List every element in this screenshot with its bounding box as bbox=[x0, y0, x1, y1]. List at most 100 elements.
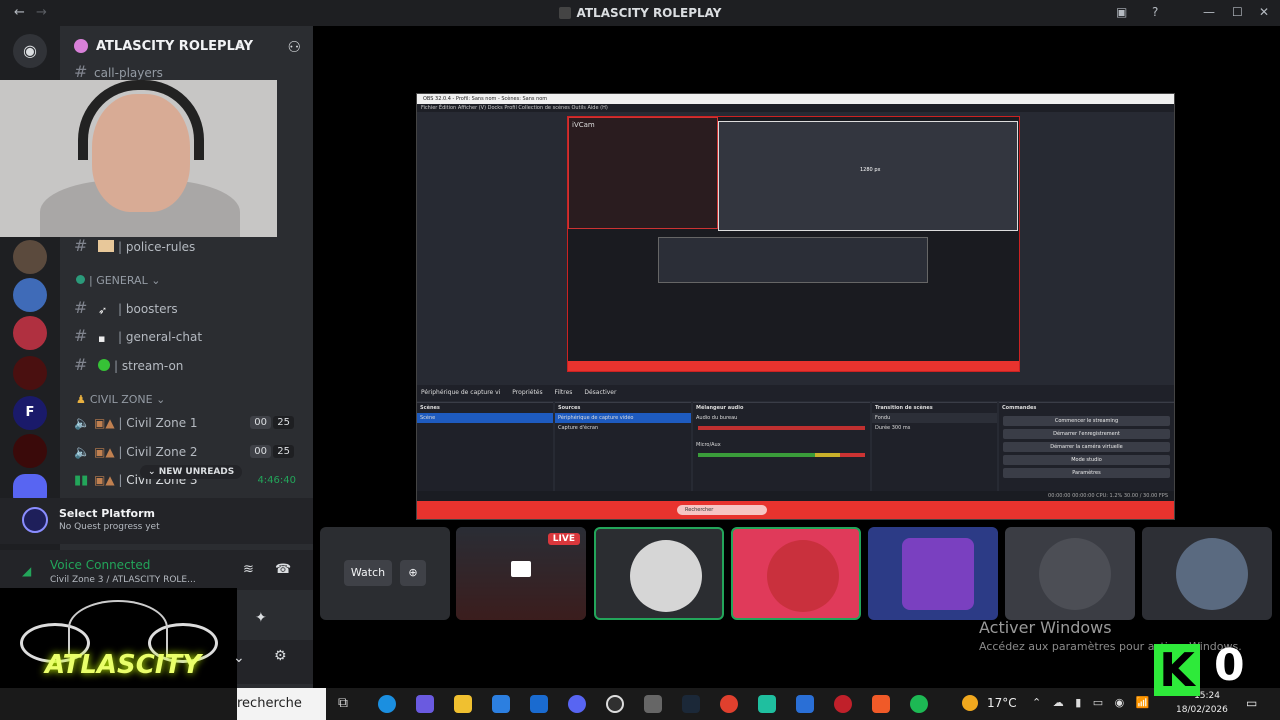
k-badge-overlay: K bbox=[1154, 644, 1200, 696]
popout-icon[interactable]: ⊕ bbox=[400, 560, 426, 586]
obs-nested-capture bbox=[718, 121, 1018, 231]
source-item[interactable]: Capture d'écran bbox=[555, 423, 691, 433]
obs-controls-dock: Commandes Commencer le streaming Démarre… bbox=[999, 402, 1174, 498]
chrome-icon[interactable] bbox=[720, 695, 738, 713]
obs-nested-docks bbox=[658, 237, 928, 283]
hash-icon: # bbox=[74, 236, 88, 255]
chevron-down-icon[interactable]: ⌄ bbox=[233, 650, 245, 666]
obs-nested-taskbar bbox=[568, 361, 1019, 371]
app-taskbar-icon[interactable] bbox=[644, 695, 662, 713]
copilot-icon[interactable] bbox=[416, 695, 434, 713]
channel-police-rules[interactable]: # | police-rules bbox=[74, 236, 195, 258]
settings-gear-icon[interactable]: ⚙ bbox=[274, 648, 287, 664]
quest-panel[interactable]: Select Platform No Quest progress yet bbox=[0, 498, 313, 544]
voice-channel-civil-2[interactable]: 🔈 ▣▲ | Civil Zone 2 00 25 bbox=[74, 445, 304, 467]
scene-item[interactable]: Scène bbox=[417, 413, 553, 423]
audio-meter[interactable] bbox=[698, 426, 865, 430]
filters-button[interactable]: Filtres bbox=[555, 389, 573, 396]
watch-stream-tile[interactable]: Watch ⊕ bbox=[320, 527, 450, 620]
studio-mode-button[interactable]: Mode studio bbox=[1003, 455, 1170, 465]
new-unreads-badge[interactable]: ⌄ NEW UNREADS bbox=[140, 465, 243, 479]
participant-tile-2[interactable] bbox=[731, 527, 861, 620]
server-icon-2[interactable] bbox=[13, 278, 47, 312]
weather-temp[interactable]: 17°C bbox=[987, 696, 1017, 710]
voice-channel-civil-1[interactable]: 🔈 ▣▲ | Civil Zone 1 00 25 bbox=[74, 416, 304, 438]
server-icon-4[interactable] bbox=[13, 356, 47, 390]
invite-icon[interactable]: ⚇ bbox=[288, 38, 301, 56]
title-bar: ← → ATLASCITY ROLEPLAY ▣ ? — ☐ ✕ bbox=[0, 0, 1280, 26]
close-icon[interactable]: ✕ bbox=[1259, 5, 1269, 19]
properties-button[interactable]: Propriétés bbox=[512, 389, 542, 396]
discord-home-icon[interactable]: ◉ bbox=[13, 34, 47, 68]
obs-menu-bar[interactable]: Fichier Édition Afficher (V) Docks Profi… bbox=[417, 104, 1174, 112]
task-view-icon[interactable]: ⧉ bbox=[338, 695, 356, 713]
voice-location[interactable]: Civil Zone 3 / ATLASCITY ROLE... bbox=[50, 575, 196, 585]
obs-preview[interactable]: iVCam 1280 px bbox=[567, 116, 1020, 372]
quest-orb-icon bbox=[22, 507, 48, 533]
settings-button[interactable]: Paramètres bbox=[1003, 468, 1170, 478]
opera-icon[interactable] bbox=[834, 695, 852, 713]
brave-icon[interactable] bbox=[872, 695, 890, 713]
speaker-icon: 🔈 bbox=[74, 416, 91, 431]
participant-tile-1[interactable] bbox=[594, 527, 724, 620]
server-icon-1[interactable] bbox=[13, 240, 47, 274]
app-taskbar-icon-2[interactable] bbox=[796, 695, 814, 713]
outlook-icon[interactable] bbox=[530, 695, 548, 713]
inbox-icon[interactable]: ▣ bbox=[1116, 5, 1127, 19]
category-civil-zone[interactable]: ♟ CIVIL ZONE ⌄ bbox=[76, 393, 165, 406]
minimize-icon[interactable]: — bbox=[1203, 5, 1215, 19]
channel-stream-on[interactable]: # | stream-on bbox=[74, 355, 183, 377]
person-icon: ♟ bbox=[76, 393, 86, 406]
help-icon[interactable]: ? bbox=[1152, 5, 1158, 19]
duration-input[interactable]: 300 ms bbox=[892, 425, 911, 431]
stream-tile-live[interactable]: LIVE bbox=[456, 527, 586, 620]
obs-mixer-dock: Mélangeur audio Audio du bureau Micro/Au… bbox=[693, 402, 870, 498]
source-item[interactable]: Périphérique de capture vidéo bbox=[555, 413, 691, 423]
system-tray[interactable]: ⌃ ☁ ▮ ▭ ◉ 📶 bbox=[1032, 696, 1153, 709]
obs-window[interactable]: OBS 32.0.4 - Profil: Sans nom - Scènes: … bbox=[416, 93, 1175, 520]
obs-scenes-dock: Scènes Scène bbox=[417, 402, 553, 498]
steam-icon[interactable] bbox=[682, 695, 700, 713]
participant-tile-4[interactable] bbox=[1005, 527, 1135, 620]
spotify-icon[interactable] bbox=[910, 695, 928, 713]
maximize-icon[interactable]: ☐ bbox=[1232, 5, 1243, 19]
server-logo-icon bbox=[558, 7, 571, 19]
avatar bbox=[767, 540, 839, 612]
transition-select[interactable]: Fondu bbox=[872, 413, 997, 423]
channel-general-chat[interactable]: # ▪ | general-chat bbox=[74, 326, 202, 348]
edge-icon[interactable] bbox=[378, 695, 396, 713]
disable-button[interactable]: Désactiver bbox=[584, 389, 616, 396]
store-icon[interactable] bbox=[492, 695, 510, 713]
file-explorer-icon[interactable] bbox=[454, 695, 472, 713]
noise-suppression-icon[interactable]: ≋ bbox=[243, 562, 254, 577]
obs-cam-source bbox=[568, 117, 718, 229]
channel-boosters[interactable]: # ➶ | boosters bbox=[74, 298, 178, 320]
hash-icon: # bbox=[74, 298, 88, 317]
server-icon-6[interactable] bbox=[13, 434, 47, 468]
disconnect-icon[interactable]: ☎ bbox=[275, 562, 291, 577]
start-streaming-button[interactable]: Commencer le streaming bbox=[1003, 416, 1170, 426]
server-icon-3[interactable] bbox=[13, 316, 47, 350]
watch-button[interactable]: Watch bbox=[344, 560, 392, 586]
source-toolbar-item[interactable]: Périphérique de capture vi bbox=[421, 389, 500, 396]
globe-icon bbox=[76, 275, 85, 284]
hash-icon: # bbox=[74, 326, 88, 345]
discord-taskbar-icon[interactable] bbox=[568, 695, 586, 713]
screen-share-icon bbox=[511, 561, 531, 577]
virtual-camera-button[interactable]: Démarrer la caméra virtuelle bbox=[1003, 442, 1170, 452]
clock-date[interactable]: 18/02/2026 bbox=[1176, 705, 1228, 715]
signal-icon[interactable]: ◢ bbox=[22, 564, 31, 578]
soundboard-icon[interactable]: ✦ bbox=[255, 610, 267, 626]
weather-sun-icon[interactable] bbox=[962, 695, 978, 711]
notifications-icon[interactable]: ▭ bbox=[1246, 696, 1257, 710]
chevron-down-icon: ⌄ bbox=[236, 38, 245, 49]
obs-taskbar-icon[interactable] bbox=[606, 695, 624, 713]
category-general[interactable]: | GENERAL ⌄ bbox=[76, 274, 160, 287]
participant-tile-3[interactable] bbox=[868, 527, 998, 620]
audio-meter[interactable] bbox=[698, 453, 865, 457]
start-recording-button[interactable]: Démarrer l'enregistrement bbox=[1003, 429, 1170, 439]
server-icon-5[interactable]: F bbox=[13, 396, 47, 430]
taskbar-search[interactable]: recherche bbox=[237, 688, 326, 720]
participant-tile-5[interactable] bbox=[1142, 527, 1272, 620]
whatsapp-icon[interactable] bbox=[758, 695, 776, 713]
